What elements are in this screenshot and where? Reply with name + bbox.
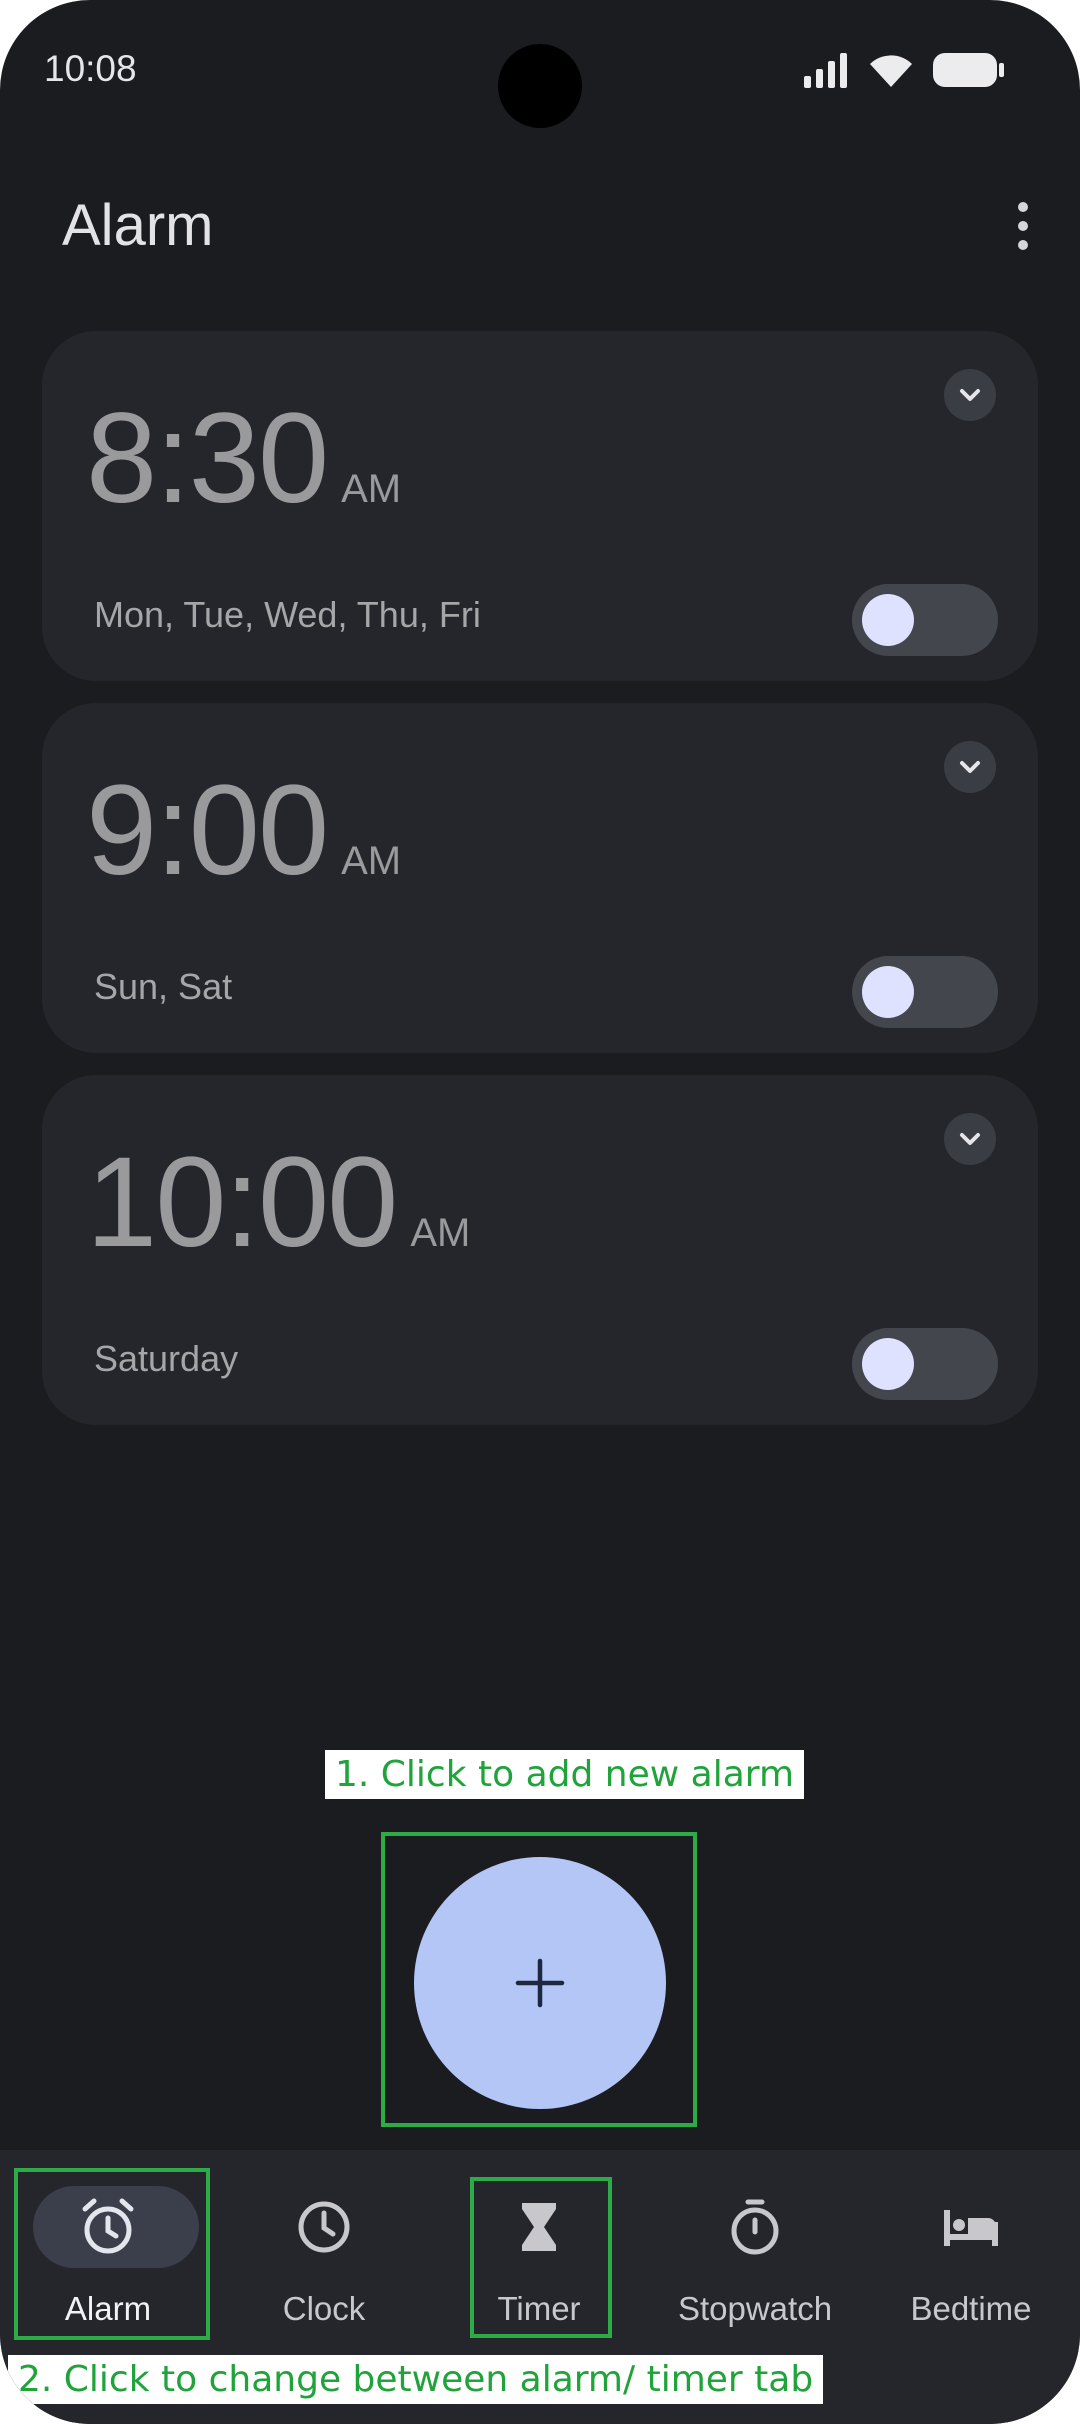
- status-time: 10:08: [44, 48, 137, 89]
- status-icons: [802, 52, 1006, 88]
- battery-icon: [933, 53, 1004, 87]
- toggle-knob: [862, 966, 914, 1018]
- alarm-time[interactable]: 9:00 AM: [86, 767, 401, 895]
- alarm-ampm: AM: [341, 467, 402, 511]
- alarm-days: Saturday: [94, 1338, 239, 1379]
- alarm-ampm: AM: [410, 1211, 471, 1255]
- alarm-card[interactable]: 9:00 AM Sun, Sat: [42, 703, 1038, 1053]
- alarm-time[interactable]: 8:30 AM: [86, 395, 401, 523]
- tab-clock[interactable]: Clock: [224, 2186, 424, 2336]
- chevron-down-icon[interactable]: [944, 369, 996, 421]
- stopwatch-icon: [731, 2199, 779, 2255]
- bed-icon: [944, 2210, 998, 2246]
- tab-label: Bedtime: [910, 2290, 1032, 2327]
- chevron-down-icon[interactable]: [944, 741, 996, 793]
- wifi-icon: [870, 55, 912, 87]
- alarm-toggle[interactable]: [852, 956, 998, 1028]
- alarm-ampm: AM: [341, 839, 402, 883]
- annotation-add-alarm: 1. Click to add new alarm: [325, 1750, 805, 1799]
- clock-icon: [298, 2201, 350, 2253]
- tab-label: Clock: [282, 2290, 366, 2327]
- signal-icon: [804, 53, 847, 88]
- alarm-toggle[interactable]: [852, 1328, 998, 1400]
- alarm-card[interactable]: 8:30 AM Mon, Tue, Wed, Thu, Fri: [42, 331, 1038, 681]
- tab-label: Stopwatch: [677, 2290, 833, 2327]
- camera-cutout: [498, 44, 582, 128]
- alarm-time-value: 9:00: [86, 759, 329, 902]
- phone-screen: 10:08 Alarm 8:30 AM Mon, Tue, Wed, Thu, …: [0, 0, 1080, 2424]
- alarm-days: Sun, Sat: [94, 966, 233, 1007]
- more-vert-icon[interactable]: [1000, 196, 1046, 256]
- toggle-knob: [862, 594, 914, 646]
- tab-stopwatch[interactable]: Stopwatch: [655, 2186, 855, 2336]
- alarm-time-value: 10:00: [86, 1131, 398, 1274]
- alarm-toggle[interactable]: [852, 584, 998, 656]
- chevron-down-icon[interactable]: [944, 1113, 996, 1165]
- tab-bedtime[interactable]: Bedtime: [871, 2186, 1071, 2336]
- annotation-box-alarm-tab: [14, 2168, 210, 2340]
- toggle-knob: [862, 1338, 914, 1390]
- annotation-change-tab: 2. Click to change between alarm/ timer …: [8, 2355, 824, 2404]
- alarm-days: Mon, Tue, Wed, Thu, Fri: [94, 594, 481, 635]
- annotation-box-timer-tab: [470, 2177, 612, 2338]
- add-alarm-button[interactable]: [414, 1857, 666, 2109]
- alarm-time-value: 8:30: [86, 387, 329, 530]
- alarm-card[interactable]: 10:00 AM Saturday: [42, 1075, 1038, 1425]
- add-icon: [515, 1958, 565, 2008]
- page-title: Alarm: [62, 193, 214, 258]
- alarm-time[interactable]: 10:00 AM: [86, 1139, 470, 1267]
